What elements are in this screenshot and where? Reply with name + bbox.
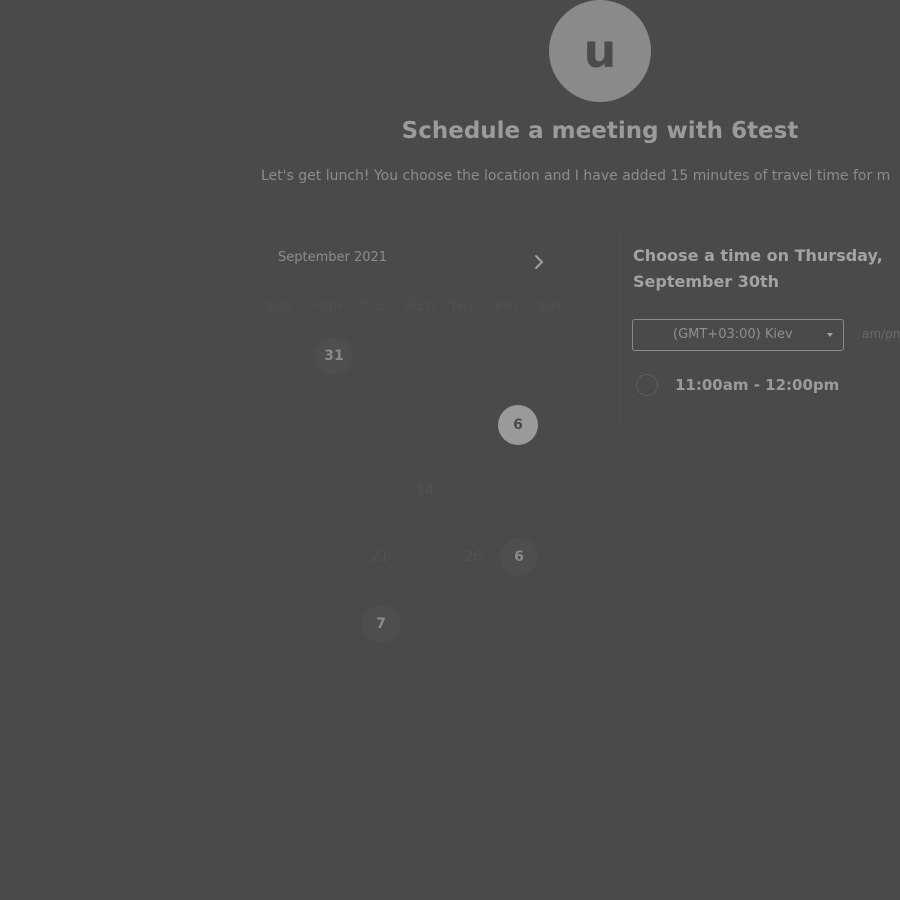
timezone-select[interactable]: (GMT+03:00) Kiev (632, 319, 844, 351)
weekday-thu: THU (450, 299, 479, 313)
ampm-toggle[interactable]: am/pm (862, 327, 900, 341)
page-title: Schedule a meeting with 6test (401, 118, 799, 144)
calendar-day-label: 14 (416, 483, 434, 499)
calendar-day[interactable]: 31 (315, 337, 353, 375)
calendar-day: 21 (361, 538, 399, 576)
weekday-mon: MON (312, 299, 344, 313)
weekday-sat: SAT (538, 299, 564, 313)
calendar-day: 14 (406, 472, 444, 510)
scheduling-page: u Schedule a meeting with 6test Let's ge… (0, 0, 900, 900)
caret-down-icon (827, 333, 833, 337)
calendar-day[interactable]: 6 (500, 538, 538, 576)
calendar-month-label: September 2021 (278, 250, 388, 265)
avatar-initial: u (583, 24, 617, 78)
time-slot[interactable]: 11:00am - 12:00pm (636, 372, 839, 398)
chevron-right-icon (535, 255, 543, 269)
calendar-day-label: 7 (376, 616, 386, 632)
time-panel-heading: Choose a time on Thursday, September 30t… (633, 246, 883, 291)
time-slot-label: 11:00am - 12:00pm (675, 376, 840, 394)
weekday-sun: SUN (266, 299, 295, 313)
calendar-day-label: 6 (513, 417, 523, 433)
calendar-day: 26 (454, 538, 492, 576)
calendar-day (452, 405, 490, 443)
weekday-fri: FRI (496, 299, 518, 313)
next-month-button[interactable] (530, 252, 548, 272)
calendar-day[interactable]: 7 (362, 605, 400, 643)
calendar-day-label: 21 (371, 549, 389, 565)
host-avatar: u (549, 0, 651, 102)
panel-divider (619, 232, 620, 422)
event-description: Let's get lunch! You choose the location… (261, 168, 891, 184)
weekday-wed: WED (404, 299, 436, 313)
calendar-day-label: 6 (514, 549, 524, 565)
time-slot-radio[interactable] (636, 374, 658, 396)
calendar-day-selected[interactable]: 6 (498, 405, 538, 445)
weekday-tue: TUE (358, 299, 385, 313)
timezone-value: (GMT+03:00) Kiev (673, 327, 793, 342)
calendar-day-label: 31 (324, 348, 344, 364)
calendar-day-label: 26 (464, 549, 482, 565)
